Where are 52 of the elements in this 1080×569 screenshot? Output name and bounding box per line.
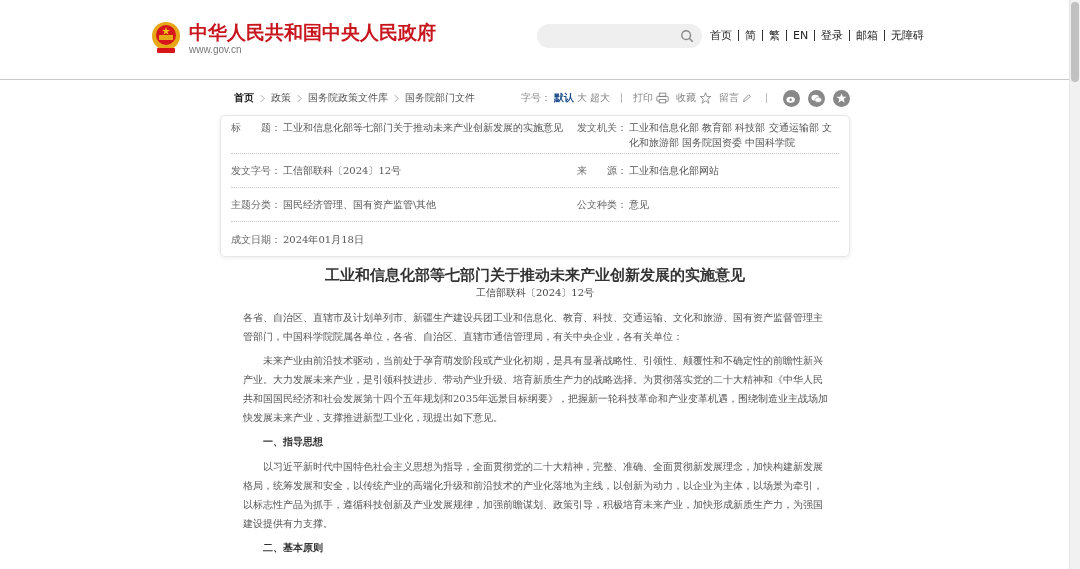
article-title: 工业和信息化部等七部门关于推动未来产业创新发展的实施意见 bbox=[324, 265, 746, 285]
star-icon[interactable] bbox=[699, 92, 712, 104]
field-value: 国民经济管理、国有资产监管\其他 bbox=[283, 198, 437, 212]
field-value: 工信部联科〔2024〕12号 bbox=[283, 164, 402, 178]
field-value: 意见 bbox=[629, 198, 649, 212]
printer-icon[interactable] bbox=[656, 92, 669, 104]
field-label: 发文机关： bbox=[577, 121, 628, 135]
field-label: 发文字号： bbox=[231, 164, 282, 178]
field-label: 公文种类： bbox=[577, 198, 628, 212]
comment-link[interactable]: 留言 bbox=[719, 91, 739, 105]
search-field[interactable] bbox=[537, 23, 702, 48]
font-size-option[interactable]: 默认 bbox=[554, 91, 574, 105]
pencil-icon[interactable] bbox=[742, 93, 751, 103]
chevron-icon bbox=[394, 93, 399, 103]
nav-link[interactable]: 邮箱 bbox=[856, 28, 879, 43]
body-paragraph: 未来产业由前沿技术驱动，当前处于孕育萌发阶段或产业化初期，是具有显著战略性、引领性、颠覆性和不确定性的前瞻性新兴产业。大力发展未来产业，是引领科技进步、带动产业升级、培育新质生产力的战略选择。为贯彻落实党的二十大精神和《中华人民共和国国民经济和社会发展第十四个五年规划和2035年远景目标纲要》，把握新一轮科技革命和产业变革机遇，围绕制造业主战场加快发展未来产业，支撑推进新型工业化，现提出如下意见。 bbox=[243, 354, 830, 425]
breadcrumb-link[interactable]: 国务院部门文件 bbox=[405, 91, 475, 105]
print-link[interactable]: 打印 bbox=[633, 91, 653, 105]
chevron-icon bbox=[297, 93, 302, 103]
breadcrumb-link[interactable]: 首页 bbox=[234, 91, 254, 105]
field-value: 工业和信息化部网站 bbox=[629, 164, 719, 178]
field-label: 主题分类： bbox=[231, 198, 282, 212]
field-value: 2024年01月18日 bbox=[283, 232, 364, 247]
font-size-option[interactable]: 超大 bbox=[590, 91, 610, 105]
field-value: 工业和信息化部 教育部 科技部 交通运输部 文化和旅游部 国务院国资委 中国科学院 bbox=[629, 121, 833, 150]
salutation-paragraph: 各省、自治区、直辖市及计划单列市、新疆生产建设兵团工业和信息化、教育、科技、交通运输、文化和旅游、国有资产监督管理主管部门，中国科学院院属各单位，各省、自治区、直辖市通信管理局，有关中央企业，各有关单位： bbox=[243, 311, 824, 344]
section-heading: 一、指导思想 bbox=[262, 435, 324, 449]
nav-link[interactable]: EN bbox=[793, 29, 809, 42]
breadcrumb-link[interactable]: 国务院政策文件库 bbox=[308, 91, 388, 105]
search-icon[interactable] bbox=[680, 28, 694, 43]
body-paragraph: 以习近平新时代中国特色社会主义思想为指导，全面贯彻党的二十大精神，完整、准确、全面贯彻新发展理念，加快构建新发展格局，统筹发展和安全，以传统产业的高端化升级和前沿技术的产业化落地为主线，以创新为动力，以企业为主体，以场景为牵引，以标志性产品为抓手，遵循科技创新及产业发展规律，加强前瞻谋划、政策引导，积极培育未来产业，加快形成新质生产力，为强国建设提供有力支撑。 bbox=[243, 460, 824, 531]
nav-link[interactable]: 繁 bbox=[769, 28, 780, 43]
favorite-link[interactable]: 收藏 bbox=[676, 91, 696, 105]
nav-link[interactable]: 无障碍 bbox=[891, 28, 925, 43]
field-label: 成文日期： bbox=[231, 232, 282, 247]
national-emblem-icon bbox=[150, 20, 182, 55]
field-value: 工业和信息化部等七部门关于推动未来产业创新发展的实施意见 bbox=[283, 121, 563, 135]
scrollbar[interactable] bbox=[1069, 0, 1080, 569]
nav-link[interactable]: 首页 bbox=[710, 28, 732, 43]
section-heading: 二、基本原则 bbox=[262, 541, 324, 555]
site-url: www.gov.cn bbox=[189, 44, 243, 55]
site-title: 中华人民共和国中央人民政府 bbox=[189, 20, 436, 44]
field-label: 标 题： bbox=[231, 121, 282, 135]
nav-link[interactable]: 登录 bbox=[821, 28, 844, 43]
document-number: 工信部联科〔2024〕12号 bbox=[475, 287, 595, 298]
breadcrumb-link[interactable]: 政策 bbox=[271, 91, 291, 105]
nav-link[interactable]: 简 bbox=[745, 28, 756, 43]
font-size-option[interactable]: 大 bbox=[577, 91, 587, 105]
field-label: 来 源： bbox=[577, 164, 628, 178]
favorite-share-icon[interactable] bbox=[833, 89, 850, 107]
font-size-label: 字号： bbox=[521, 91, 551, 105]
chevron-icon bbox=[260, 93, 265, 103]
